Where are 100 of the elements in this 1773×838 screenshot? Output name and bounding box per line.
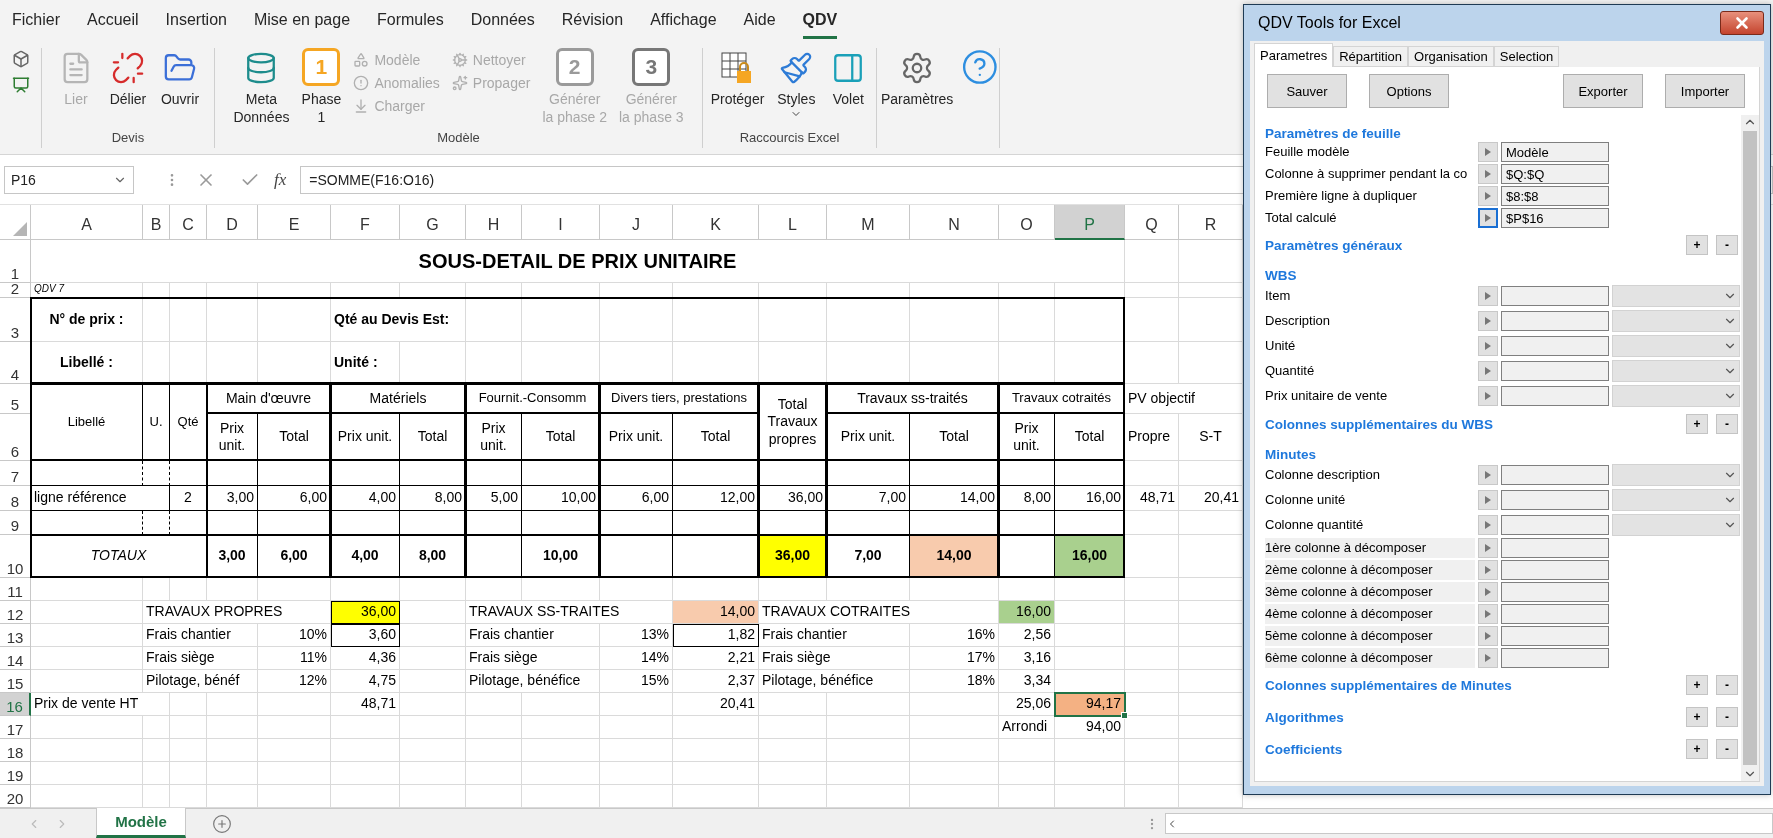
column-header[interactable]: A [31,205,143,240]
ribbon-tab[interactable]: Aide [743,0,776,39]
ribbon-tab[interactable]: Fichier [12,0,60,39]
ribbon-button[interactable]: Volet [824,48,873,108]
easel-icon[interactable] [11,76,30,94]
row-header[interactable]: 17 [0,716,31,739]
text-field[interactable] [1501,582,1609,602]
panel-tab[interactable]: Organisation [1408,46,1494,67]
collapse-button[interactable]: - [1716,414,1738,434]
row-header[interactable]: 11 [0,578,31,601]
row-header[interactable]: 18 [0,739,31,762]
ribbon-tab[interactable]: Affichage [650,0,717,39]
arrow-button[interactable] [1478,604,1498,624]
collapse-button[interactable]: - [1716,235,1738,255]
row-header[interactable]: 1 [0,240,31,283]
column-header[interactable]: L [759,205,827,240]
text-field[interactable] [1501,514,1609,535]
row-header[interactable]: 13 [0,624,31,647]
column-header[interactable]: O [999,205,1055,240]
arrow-button[interactable] [1478,464,1498,485]
arrow-button[interactable] [1478,514,1498,535]
column-header[interactable]: M [827,205,910,240]
text-field[interactable] [1501,464,1609,485]
ribbon-tab[interactable]: Formules [377,0,444,39]
panel-tab[interactable]: Parametres [1254,43,1334,67]
text-field[interactable] [1501,604,1609,624]
arrow-button[interactable] [1478,648,1498,668]
panel-button[interactable]: Options [1369,74,1449,108]
arrow-button[interactable] [1478,582,1498,602]
column-header[interactable]: B [143,205,170,240]
ribbon-button[interactable]: Paramètres [877,48,958,108]
panel-tab[interactable]: Répartition [1333,46,1409,67]
column-header[interactable]: N [910,205,999,240]
text-field[interactable] [1501,360,1609,381]
arrow-button[interactable] [1478,538,1498,558]
row-header[interactable]: 20 [0,785,31,808]
expand-button[interactable]: + [1686,675,1708,695]
arrow-button[interactable] [1478,360,1498,381]
horizontal-scrollbar[interactable] [1165,813,1773,834]
ribbon-tab[interactable]: Mise en page [253,0,351,39]
collapse-button[interactable]: - [1716,707,1738,727]
text-field[interactable] [1501,538,1609,558]
text-field[interactable] [1501,385,1609,406]
select-all-icon[interactable] [13,222,27,236]
expand-button[interactable]: + [1686,414,1708,434]
row-header[interactable]: 16 [0,693,31,716]
column-header[interactable]: F [331,205,400,240]
row-header[interactable]: 15 [0,670,31,693]
ribbon-tab[interactable]: Révision [561,0,624,39]
insert-function-button[interactable]: fx [270,169,291,190]
column-header[interactable]: I [522,205,600,240]
expand-button[interactable]: + [1686,707,1708,727]
expand-button[interactable]: + [1686,739,1708,759]
arrow-button[interactable] [1478,335,1498,356]
column-header[interactable]: G [400,205,466,240]
expand-button[interactable]: + [1686,235,1708,255]
panel-button[interactable]: Importer [1665,74,1745,108]
ribbon-tab[interactable]: Accueil [87,0,139,39]
collapse-button[interactable]: - [1716,739,1738,759]
collapse-button[interactable]: - [1716,675,1738,695]
arrow-button[interactable] [1478,186,1498,206]
ribbon-button[interactable]: Protéger [706,48,769,108]
arrow-button[interactable] [1478,208,1498,228]
name-box[interactable]: P16 [4,165,134,194]
ribbon-button[interactable]: Styles [772,48,821,120]
column-header[interactable]: J [600,205,673,240]
text-field[interactable] [1501,310,1609,331]
ribbon-tab[interactable]: QDV [802,0,838,39]
cube-icon[interactable] [11,50,30,68]
row-header[interactable]: 14 [0,647,31,670]
arrow-button[interactable] [1478,310,1498,331]
text-field[interactable]: $Q:$Q [1501,164,1609,184]
text-field[interactable] [1501,626,1609,646]
arrow-button[interactable] [1478,285,1498,306]
sheet-tab[interactable]: Modèle [96,808,186,838]
arrow-button[interactable] [1478,142,1498,162]
column-header[interactable]: H [466,205,522,240]
text-field[interactable] [1501,648,1609,668]
panel-tab[interactable]: Selection [1493,46,1560,67]
row-header[interactable]: 12 [0,601,31,624]
text-field[interactable]: $8:$8 [1501,186,1609,206]
text-field[interactable] [1501,560,1609,580]
arrow-button[interactable] [1478,164,1498,184]
column-header[interactable]: R [1179,205,1243,240]
arrow-button[interactable] [1478,489,1498,510]
help-icon[interactable] [961,48,999,86]
column-header[interactable]: Q [1125,205,1179,240]
ribbon-button[interactable]: Délier [104,48,152,108]
arrow-button[interactable] [1478,560,1498,580]
text-field[interactable] [1501,489,1609,510]
ribbon-button[interactable]: 1 Phase 1 [297,48,346,126]
column-header[interactable]: P [1055,205,1125,240]
vertical-scrollbar[interactable] [1741,115,1759,781]
text-field[interactable] [1501,335,1609,356]
text-field[interactable] [1501,285,1609,306]
column-header[interactable]: K [673,205,759,240]
ribbon-button[interactable]: Ouvrir [156,48,204,108]
column-header[interactable]: C [170,205,207,240]
text-field[interactable]: $P$16 [1501,208,1609,228]
ribbon-tab[interactable]: Insertion [165,0,227,39]
